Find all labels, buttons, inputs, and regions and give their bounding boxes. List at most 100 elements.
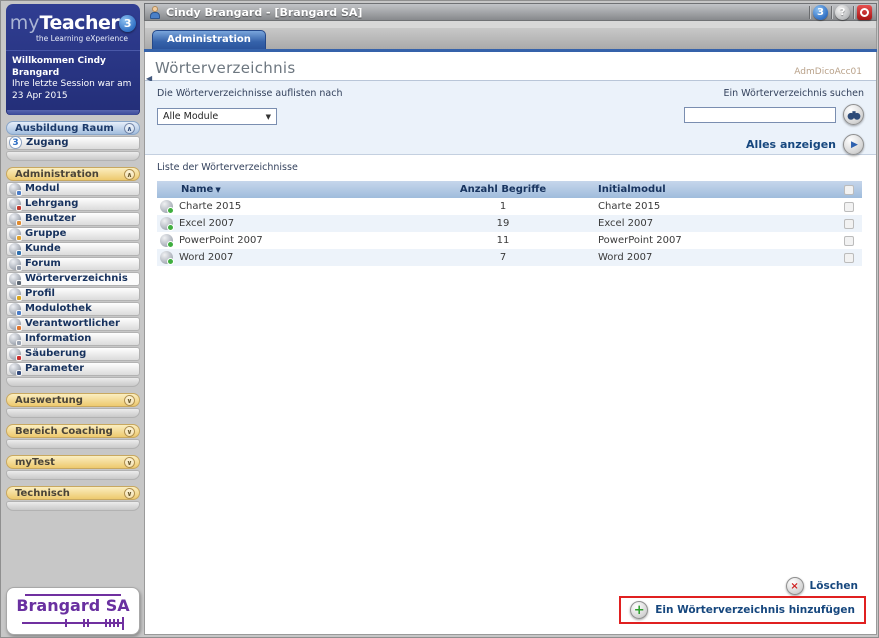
chevron-up-icon[interactable]: ∧ [124, 122, 135, 134]
select-all-checkbox[interactable] [844, 184, 854, 195]
company-logo: Brangard SA [6, 587, 140, 635]
module-cell: PowerPoint 2007 [598, 235, 682, 246]
dictionary-name[interactable]: PowerPoint 2007 [179, 235, 263, 246]
list-label: Liste der Wörterverzeichnisse [157, 162, 298, 173]
table-row[interactable]: Excel 2007 19 Excel 2007 [157, 215, 862, 232]
gear-key-icon [9, 287, 22, 301]
gear-info-icon [9, 332, 22, 346]
sidebar-item-label: Modul [25, 183, 60, 195]
window-titlebar: Cindy Brangard - [Brangard SA] 3 ? [144, 3, 877, 21]
app-logo: myTeacher 3 the Learning eXperience Willk… [6, 4, 140, 115]
sidebar-item-label: Modulothek [25, 303, 92, 315]
add-dictionary-button[interactable]: + Ein Wörterverzeichnis hinzufügen [619, 596, 866, 624]
sidebar-item-label: Gruppe [25, 228, 67, 240]
table-row[interactable]: PowerPoint 2007 11 PowerPoint 2007 [157, 232, 862, 249]
section-header-ausbildung-raum[interactable]: Ausbildung Raum ∧ [6, 120, 140, 135]
logo-bottom-strip [7, 109, 139, 115]
section-header-administration[interactable]: Administration ∧ [6, 166, 140, 181]
sidebar-item-label: Säuberung [25, 348, 87, 360]
sidebar-item-profil[interactable]: Profil [6, 286, 140, 301]
sidebar-item-benutzer[interactable]: Benutzer [6, 211, 140, 226]
search-input[interactable] [684, 106, 836, 123]
gear-dictionary-icon [9, 272, 22, 286]
sidebar-item-modulothek[interactable]: Modulothek [6, 301, 140, 316]
sidebar-section-mytest: myTest ∨ [6, 454, 140, 480]
sidebar-item-lehrgang[interactable]: Lehrgang [6, 196, 140, 211]
chevron-up-icon[interactable]: ∧ [124, 168, 135, 180]
gear-module-icon [9, 182, 22, 196]
section-label: Bereich Coaching [15, 425, 113, 437]
show-all-button[interactable]: ▶ [843, 134, 864, 155]
sidebar-item-forum[interactable]: Forum [6, 256, 140, 271]
company-name: Brangard SA [16, 596, 130, 615]
section-tray [6, 500, 140, 511]
help-icon[interactable]: ? [835, 4, 850, 20]
sidebar-item-label: Profil [25, 288, 55, 300]
delete-button[interactable]: × Löschen [785, 577, 858, 595]
user-icon [149, 5, 161, 19]
sidebar-item-label: Forum [25, 258, 61, 270]
welcome-user: Willkommen Cindy Brangard [12, 56, 106, 78]
name-cell: Excel 2007 [157, 217, 408, 231]
dictionary-table: Name ▼ Anzahl Begriffe Initialmodul Char… [157, 181, 862, 266]
sidebar-item-label: Benutzer [25, 213, 76, 225]
row-checkbox[interactable] [844, 201, 854, 212]
sidebar-section-administration: Administration ∧ Modul Lehrgang Benutzer [6, 166, 140, 387]
table-row[interactable]: Word 2007 7 Word 2007 [157, 249, 862, 266]
sidebar-item-information[interactable]: Information [6, 331, 140, 346]
section-header-mytest[interactable]: myTest ∨ [6, 454, 140, 469]
tab-administration[interactable]: Administration [152, 30, 266, 49]
dictionary-name[interactable]: Charte 2015 [179, 201, 241, 212]
sidebar-item-saeuberung[interactable]: Säuberung [6, 346, 140, 361]
row-checkbox[interactable] [844, 235, 854, 246]
chevron-down-icon[interactable]: ∨ [124, 425, 135, 437]
column-header-name[interactable]: Name ▼ [157, 184, 408, 195]
section-header-bereich-coaching[interactable]: Bereich Coaching ∨ [6, 423, 140, 438]
sidebar-item-zugang[interactable]: 3 Zugang [6, 135, 140, 150]
window-title: Cindy Brangard - [Brangard SA] [166, 5, 363, 19]
content-area: ◀ Wörterverzeichnis AdmDicoAcc01 Die Wör… [144, 52, 877, 635]
module-filter-select[interactable]: Alle Module ▼ [157, 108, 277, 125]
logout-power-icon[interactable] [857, 4, 872, 20]
sidebar-item-verantwortlicher[interactable]: Verantwortlicher [6, 316, 140, 331]
app-screen: myTeacher 3 the Learning eXperience Willk… [0, 0, 879, 638]
section-header-technisch[interactable]: Technisch ∨ [6, 485, 140, 500]
sidebar-item-gruppe[interactable]: Gruppe [6, 226, 140, 241]
count-cell: 1 [499, 201, 507, 212]
chevron-down-icon[interactable]: ∨ [124, 456, 135, 468]
gear-course-icon [9, 197, 22, 211]
row-checkbox[interactable] [844, 252, 854, 263]
logo-my: my [9, 12, 40, 34]
sidebar-section-technisch: Technisch ∨ [6, 485, 140, 511]
delete-label: Löschen [809, 580, 858, 592]
gear-user-icon [9, 212, 22, 226]
sidebar-item-woerterverzeichnis[interactable]: Wörterverzeichnis [6, 271, 140, 286]
page-code: AdmDicoAcc01 [794, 67, 862, 77]
add-label: Ein Wörterverzeichnis hinzufügen [655, 604, 855, 616]
add-icon: + [630, 601, 649, 619]
count-cell: 7 [499, 252, 507, 263]
gear-customer-icon [9, 242, 22, 256]
dictionary-name[interactable]: Excel 2007 [179, 218, 234, 229]
column-header-count[interactable]: Anzahl Begriffe [408, 184, 598, 195]
count-cell: 11 [496, 235, 510, 246]
logo-teacher: Teacher [39, 12, 120, 34]
section-tray [6, 438, 140, 449]
select-cell [836, 252, 862, 263]
teacher3-icon[interactable]: 3 [813, 4, 828, 20]
sidebar-item-kunde[interactable]: Kunde [6, 241, 140, 256]
sidebar-item-modul[interactable]: Modul [6, 181, 140, 196]
table-row[interactable]: Charte 2015 1 Charte 2015 [157, 198, 862, 215]
titlebar-substrip [144, 21, 877, 28]
sidebar-item-label: Lehrgang [25, 198, 79, 210]
row-checkbox[interactable] [844, 218, 854, 229]
chevron-down-icon[interactable]: ∨ [124, 394, 135, 406]
filter-panel: Die Wörterverzeichnisse auflisten nach A… [145, 81, 876, 155]
dictionary-name[interactable]: Word 2007 [179, 252, 233, 263]
section-header-auswertung[interactable]: Auswertung ∨ [6, 392, 140, 407]
sidebar-item-parameter[interactable]: Parameter [6, 361, 140, 376]
chevron-down-icon[interactable]: ∨ [124, 487, 135, 499]
sidebar: myTeacher 3 the Learning eXperience Willk… [6, 4, 140, 511]
column-header-module[interactable]: Initialmodul [598, 184, 836, 195]
search-button[interactable] [843, 104, 864, 125]
